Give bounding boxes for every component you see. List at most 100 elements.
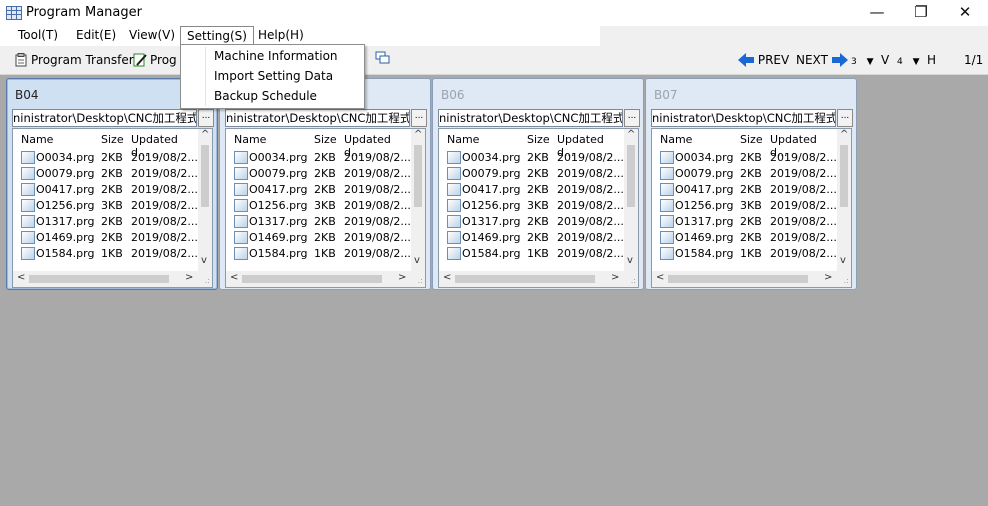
file-row[interactable]: O1256.prg 3KB 2019/08/2... (439, 198, 624, 214)
close-button[interactable]: ✕ (942, 0, 988, 26)
scroll-up-icon[interactable]: ^ (414, 129, 422, 140)
scroll-right-icon[interactable]: > (611, 272, 619, 283)
file-list[interactable]: Name Size Updated d... O0034.prg 2KB 2019/08/… (12, 128, 213, 288)
scroll-thumb[interactable] (414, 145, 422, 207)
resize-grip-icon[interactable]: .: (418, 276, 423, 285)
machine-panel[interactable]: B04 ninistrator\Desktop\CNC加工程式... Name Siz… (6, 78, 218, 290)
file-row[interactable]: O1469.prg 2KB 2019/08/2... (652, 230, 837, 246)
minimize-button[interactable]: — (854, 0, 900, 26)
menu-import-setting-data[interactable]: Import Setting Data (214, 67, 333, 85)
file-row[interactable]: O1317.prg 2KB 2019/08/2... (226, 214, 411, 230)
file-row[interactable]: O1584.prg 1KB 2019/08/2... (226, 246, 411, 262)
file-row[interactable]: O0079.prg 2KB 2019/08/2... (226, 166, 411, 182)
resize-grip-icon[interactable]: .: (631, 276, 636, 285)
file-row[interactable]: O1584.prg 1KB 2019/08/2... (652, 246, 837, 262)
file-list[interactable]: Name Size Updated d... O0034.prg 2KB 2019/08/… (438, 128, 639, 288)
program-edit-button[interactable]: Prog (133, 51, 177, 69)
scroll-up-icon[interactable]: ^ (627, 129, 635, 140)
column-name[interactable]: Name (21, 133, 53, 146)
file-row[interactable]: O1469.prg 2KB 2019/08/2... (226, 230, 411, 246)
horizontal-scrollbar[interactable]: < >.: (439, 271, 638, 287)
scroll-left-icon[interactable]: < (17, 272, 25, 283)
cascade-windows-icon[interactable] (375, 51, 391, 69)
file-row[interactable]: O1469.prg 2KB 2019/08/2... (13, 230, 198, 246)
horizontal-scrollbar[interactable]: < >.: (226, 271, 425, 287)
browse-button[interactable]: ... (411, 109, 427, 127)
file-row[interactable]: O1584.prg 1KB 2019/08/2... (13, 246, 198, 262)
scroll-right-icon[interactable]: > (824, 272, 832, 283)
restore-button[interactable]: ❐ (898, 0, 944, 26)
scroll-right-icon[interactable]: > (398, 272, 406, 283)
menu-view[interactable]: View(V) (123, 26, 181, 45)
column-size[interactable]: Size (314, 133, 337, 146)
prev-button[interactable]: PREV (738, 51, 789, 69)
scroll-left-icon[interactable]: < (656, 272, 664, 283)
machine-panel[interactable]: ninistrator\Desktop\CNC加工程式... Name Size Up… (219, 78, 431, 290)
menu-backup-schedule[interactable]: Backup Schedule (214, 87, 317, 105)
path-field[interactable]: ninistrator\Desktop\CNC加工程式 (651, 109, 836, 127)
program-transfer-button[interactable]: Program Transfer (14, 51, 134, 69)
vertical-scrollbar[interactable]: ^ v (624, 129, 638, 271)
file-row[interactable]: O0034.prg 2KB 2019/08/2... (13, 150, 198, 166)
vertical-scrollbar[interactable]: ^ v (198, 129, 212, 271)
file-list[interactable]: Name Size Updated d... O0034.prg 2KB 2019/08/… (225, 128, 426, 288)
horizontal-scrollbar[interactable]: < >.: (13, 271, 212, 287)
file-row[interactable]: O1256.prg 3KB 2019/08/2... (226, 198, 411, 214)
file-list[interactable]: Name Size Updated d... O0034.prg 2KB 2019/08/… (651, 128, 852, 288)
browse-button[interactable]: ... (198, 109, 214, 127)
column-size[interactable]: Size (740, 133, 763, 146)
path-field[interactable]: ninistrator\Desktop\CNC加工程式 (12, 109, 197, 127)
menu-tool[interactable]: Tool(T) (12, 26, 64, 45)
scroll-up-icon[interactable]: ^ (840, 129, 848, 140)
file-row[interactable]: O0034.prg 2KB 2019/08/2... (226, 150, 411, 166)
vertical-scrollbar[interactable]: ^ v (837, 129, 851, 271)
menu-setting[interactable]: Setting(S) (180, 26, 254, 46)
scroll-up-icon[interactable]: ^ (201, 129, 209, 140)
file-row[interactable]: O0417.prg 2KB 2019/08/2... (13, 182, 198, 198)
file-row[interactable]: O1317.prg 2KB 2019/08/2... (13, 214, 198, 230)
file-row[interactable]: O1469.prg 2KB 2019/08/2... (439, 230, 624, 246)
file-row[interactable]: O1256.prg 3KB 2019/08/2... (13, 198, 198, 214)
resize-grip-icon[interactable]: .: (844, 276, 849, 285)
machine-panel[interactable]: B07 ninistrator\Desktop\CNC加工程式... Name Siz… (645, 78, 857, 290)
scroll-thumb[interactable] (201, 145, 209, 207)
file-row[interactable]: O1256.prg 3KB 2019/08/2... (652, 198, 837, 214)
v-count-select[interactable]: 4 ▼ (897, 51, 919, 69)
menu-edit[interactable]: Edit(E) (70, 26, 122, 45)
path-field[interactable]: ninistrator\Desktop\CNC加工程式 (438, 109, 623, 127)
scroll-thumb[interactable] (455, 275, 595, 283)
file-row[interactable]: O0079.prg 2KB 2019/08/2... (652, 166, 837, 182)
scroll-thumb[interactable] (668, 275, 808, 283)
scroll-down-icon[interactable]: v (627, 255, 633, 266)
file-row[interactable]: O0034.prg 2KB 2019/08/2... (652, 150, 837, 166)
file-row[interactable]: O0034.prg 2KB 2019/08/2... (439, 150, 624, 166)
file-row[interactable]: O0417.prg 2KB 2019/08/2... (226, 182, 411, 198)
machine-panel[interactable]: B06 ninistrator\Desktop\CNC加工程式... Name Siz… (432, 78, 644, 290)
resize-grip-icon[interactable]: .: (205, 276, 210, 285)
menu-help[interactable]: Help(H) (252, 26, 310, 45)
scroll-thumb[interactable] (840, 145, 848, 207)
file-row[interactable]: O0417.prg 2KB 2019/08/2... (439, 182, 624, 198)
scroll-thumb[interactable] (29, 275, 169, 283)
path-field[interactable]: ninistrator\Desktop\CNC加工程式 (225, 109, 410, 127)
scroll-down-icon[interactable]: v (414, 255, 420, 266)
browse-button[interactable]: ... (624, 109, 640, 127)
file-row[interactable]: O0079.prg 2KB 2019/08/2... (439, 166, 624, 182)
scroll-down-icon[interactable]: v (201, 255, 207, 266)
column-name[interactable]: Name (234, 133, 266, 146)
horizontal-scrollbar[interactable]: < >.: (652, 271, 851, 287)
browse-button[interactable]: ... (837, 109, 853, 127)
file-row[interactable]: O1584.prg 1KB 2019/08/2... (439, 246, 624, 262)
scroll-left-icon[interactable]: < (230, 272, 238, 283)
column-size[interactable]: Size (527, 133, 550, 146)
scroll-left-icon[interactable]: < (443, 272, 451, 283)
scroll-down-icon[interactable]: v (840, 255, 846, 266)
column-name[interactable]: Name (447, 133, 479, 146)
menu-machine-information[interactable]: Machine Information (214, 47, 338, 65)
scroll-right-icon[interactable]: > (185, 272, 193, 283)
next-button[interactable]: NEXT (796, 51, 848, 69)
file-row[interactable]: O0079.prg 2KB 2019/08/2... (13, 166, 198, 182)
file-row[interactable]: O0417.prg 2KB 2019/08/2... (652, 182, 837, 198)
file-row[interactable]: O1317.prg 2KB 2019/08/2... (652, 214, 837, 230)
h-count-select[interactable]: 3 ▼ (851, 51, 873, 69)
